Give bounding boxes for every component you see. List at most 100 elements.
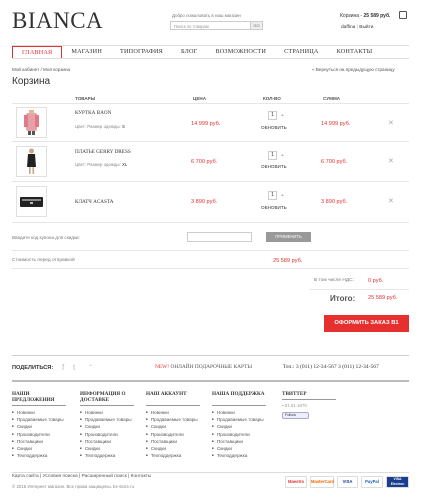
footer-link[interactable]: Продаваемые товары — [212, 416, 266, 423]
footer-link[interactable]: Техподдержка — [80, 452, 134, 459]
product-name[interactable]: КЛАТЧ ACASTA — [75, 199, 113, 205]
footer-link[interactable]: Продаваемые товары — [12, 416, 66, 423]
product-name[interactable]: КУРТКА BAON — [75, 110, 111, 116]
nav-item-features[interactable]: ВОЗМОЖНОСТИ — [206, 46, 275, 58]
remove-icon[interactable]: ✕ — [388, 197, 394, 205]
footer-link[interactable]: Скидки — [212, 423, 266, 430]
qty-plus[interactable]: + — [281, 113, 284, 119]
gift-cards-link[interactable]: NEW! ОНЛАЙН ПОДАРОЧНЫЕ КАРТЫ — [155, 364, 252, 370]
footer-link[interactable]: Поставщики — [146, 438, 200, 445]
footer-link[interactable]: Новинки — [12, 409, 66, 416]
product-price: 6 700 руб. — [191, 159, 218, 165]
footer-link[interactable]: Производители — [12, 431, 66, 438]
product-thumb-clutch[interactable] — [16, 186, 47, 217]
cart-icon[interactable] — [399, 11, 407, 19]
footer-col-title: ТВИТТЕР — [282, 391, 307, 397]
update-button[interactable]: ОБНОВИТЬ — [261, 205, 287, 210]
qty-plus[interactable]: + — [281, 193, 284, 199]
update-button[interactable]: ОБНОВИТЬ — [261, 164, 287, 169]
divider — [12, 103, 409, 104]
product-meta: Цвет: Размер одежды: XL — [75, 162, 128, 167]
search-input[interactable]: Поиск по товарам — [174, 24, 209, 29]
footer-col-twitter: ТВИТТЕР ▪ 01.01.1970 Follow — [282, 391, 336, 419]
nav-item-blog[interactable]: БЛОГ — [172, 46, 206, 58]
tweet-date: ▪ 01.01.1970 — [282, 403, 307, 408]
col-header-qty: КОЛ-ВО — [263, 96, 281, 101]
remove-icon[interactable]: ✕ — [388, 157, 394, 165]
user-name-link[interactable]: daffina — [341, 25, 355, 30]
nav-item-contacts[interactable]: КОНТАКТЫ — [328, 46, 382, 58]
footer-links[interactable]: Карта сайта | Условия поиска | Расширенн… — [12, 474, 151, 479]
subtotal-label: Стоимость перед отправкой — [12, 258, 75, 263]
divider — [12, 250, 409, 251]
back-link[interactable]: « Вернуться на предыдущую страницу — [312, 67, 395, 72]
search-box[interactable]: Поиск по товарам GO — [170, 21, 263, 30]
footer-link[interactable]: Новинки — [212, 409, 266, 416]
footer-link[interactable]: Техподдержка — [212, 452, 266, 459]
footer-link[interactable]: Поставщики — [212, 438, 266, 445]
checkout-button[interactable]: ОФОРМИТЬ ЗАКАЗ В1 — [324, 315, 409, 332]
cart-total: 25 589 руб. — [363, 13, 391, 19]
remove-icon[interactable]: ✕ — [388, 119, 394, 127]
product-price: 14 999 руб. — [191, 121, 221, 127]
quantity-input[interactable]: 1 — [268, 151, 277, 160]
footer-link[interactable]: Техподдержка — [12, 452, 66, 459]
vat-label: В том числе НДС: — [314, 278, 354, 283]
quantity-input[interactable]: 1 — [268, 111, 277, 120]
update-button[interactable]: ОБНОВИТЬ — [261, 125, 287, 130]
footer-link[interactable]: Скидки — [212, 445, 266, 452]
footer-link[interactable]: Скидки — [80, 445, 134, 452]
facebook-icon[interactable]: f — [62, 363, 64, 372]
quantity-input[interactable]: 1 — [268, 191, 277, 200]
user-bar: daffina | Выйти — [341, 25, 374, 30]
footer-link[interactable]: Скидки — [12, 423, 66, 430]
page-title: Корзина — [12, 76, 51, 87]
footer-link[interactable]: Скидки — [80, 423, 134, 430]
breadcrumb[interactable]: Мой кабинет / Моя корзина — [12, 67, 70, 72]
col-header-products: ТОВАРЫ — [75, 96, 96, 101]
paypal-icon: PayPal — [361, 476, 383, 488]
footer-link[interactable]: Производители — [146, 431, 200, 438]
product-price: 3 890 руб. — [191, 199, 218, 205]
footer-link[interactable]: Продаваемые товары — [80, 416, 134, 423]
divider — [12, 355, 409, 356]
nav-item-typography[interactable]: ТИПОГРАФИЯ — [111, 46, 172, 58]
subtotal-value: 25 589 руб. — [273, 258, 303, 264]
nav-item-home[interactable]: ГЛАВНАЯ — [12, 46, 63, 58]
site-logo[interactable]: BIANCA — [12, 8, 103, 34]
product-thumb-dress[interactable] — [16, 146, 47, 177]
footer-link[interactable]: Техподдержка — [146, 452, 200, 459]
search-button[interactable]: GO — [250, 22, 262, 29]
product-thumb-jacket[interactable] — [16, 107, 47, 138]
footer-link[interactable]: Производители — [212, 431, 266, 438]
twitter-icon[interactable]: t — [73, 363, 75, 372]
footer-link[interactable]: Поставщики — [80, 438, 134, 445]
footer-link[interactable]: Скидки — [12, 445, 66, 452]
copyright: © 2015 Интернет магазин. Все права защищ… — [12, 484, 135, 489]
footer-link[interactable]: Новинки — [80, 409, 134, 416]
footer-link[interactable]: Скидки — [146, 445, 200, 452]
footer-col-title: НАШ АККАУНТ — [146, 391, 187, 397]
rss-icon[interactable]: ◔ — [88, 363, 92, 370]
product-name[interactable]: ПЛАТЬЕ GERRY DRESS — [75, 149, 131, 155]
contact-phones: Тел.: 3 (011) 12-34-567 3 (011) 12-34-56… — [283, 364, 379, 370]
nav-item-page[interactable]: СТРАНИЦА — [275, 46, 328, 58]
twitter-follow-button[interactable]: Follow — [282, 412, 309, 419]
footer-link[interactable]: Производители — [80, 431, 134, 438]
nav-item-shop[interactable]: МАГАЗИН — [62, 46, 111, 58]
divider — [12, 141, 409, 142]
footer-link[interactable]: Продаваемые товары — [146, 416, 200, 423]
header-cart[interactable]: Корзина - 25 589 руб. — [340, 13, 390, 19]
footer-col-account: НАШ АККАУНТ Новинки Продаваемые товары С… — [146, 391, 200, 459]
cart-label: Корзина - — [340, 13, 363, 19]
apply-coupon-button[interactable]: ПРИМЕНИТЬ — [266, 232, 311, 242]
qty-plus[interactable]: + — [281, 153, 284, 159]
logout-link[interactable]: Выйти — [359, 25, 373, 30]
share-label: ПОДЕЛИТЬСЯ: — [12, 365, 54, 371]
footer-link[interactable]: Новинки — [146, 409, 200, 416]
row-sum: 14 999 руб. — [321, 121, 351, 127]
footer-link[interactable]: Поставщики — [12, 438, 66, 445]
row-sum: 6 700 руб. — [321, 159, 348, 165]
coupon-input[interactable] — [187, 232, 252, 242]
footer-link[interactable]: Скидки — [146, 423, 200, 430]
